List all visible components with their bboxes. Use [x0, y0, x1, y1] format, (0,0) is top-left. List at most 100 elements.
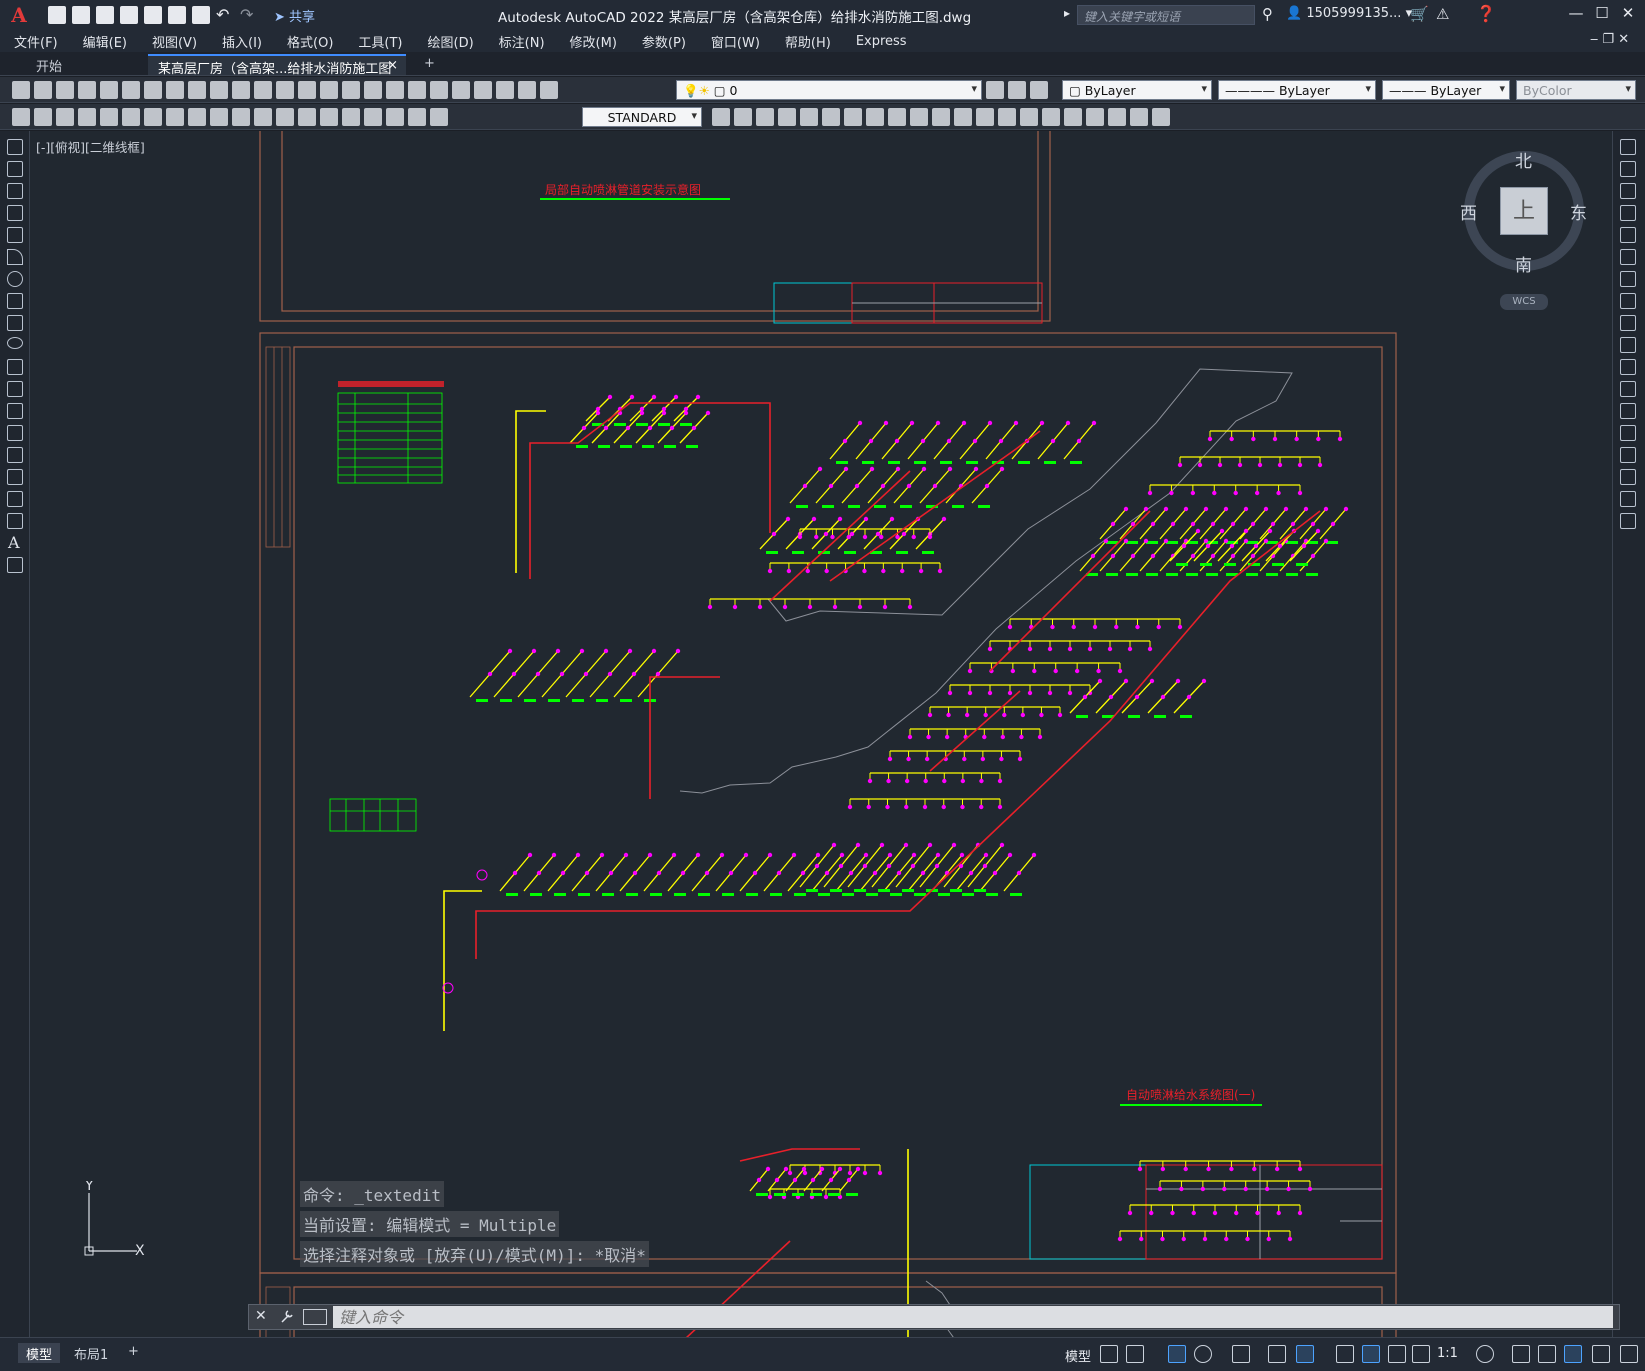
color-dropdown[interactable]: ▢ ByLayer	[1062, 80, 1212, 100]
properties-icon[interactable]	[386, 81, 404, 99]
explode-tool-icon[interactable]	[1620, 513, 1636, 529]
tab-drawing[interactable]: 某高层厂房（含高架...给排水消防施工图* ×	[148, 54, 406, 92]
search-input[interactable]: 键入关键字或短语	[1077, 5, 1255, 25]
copy-icon[interactable]	[188, 81, 206, 99]
maximize-button[interactable]: ☐	[1588, 4, 1616, 26]
erase-tool-icon[interactable]	[1620, 139, 1636, 155]
chamfer-tool-icon[interactable]	[1620, 447, 1636, 463]
table-icon[interactable]	[7, 513, 23, 529]
tab-model[interactable]: 模型	[18, 1343, 61, 1363]
baseline-icon[interactable]	[210, 108, 228, 126]
point-tool-icon[interactable]	[7, 425, 23, 441]
wcs-menu[interactable]: WCS	[1500, 294, 1548, 310]
offset-icon[interactable]	[800, 108, 818, 126]
array-tool-icon[interactable]	[1620, 227, 1636, 243]
mirror-tool-icon[interactable]	[1620, 183, 1636, 199]
offset-tool-icon[interactable]	[1620, 205, 1636, 221]
center-mark-icon[interactable]	[320, 108, 338, 126]
hatch-icon[interactable]	[1152, 108, 1170, 126]
arc-length-icon[interactable]	[56, 108, 74, 126]
stretch-icon[interactable]	[910, 108, 928, 126]
drawing-canvas[interactable]: [-][俯视][二维线框] 局部自动喷淋管道安装示意图 自动喷淋给水系统图(一)…	[30, 131, 1612, 1337]
arc-icon[interactable]	[7, 249, 23, 265]
zoom-realtime-icon[interactable]	[320, 81, 338, 99]
isodraft-icon[interactable]	[1232, 1345, 1250, 1363]
web-save-icon[interactable]	[168, 6, 186, 24]
close-button[interactable]: ✕	[1614, 4, 1642, 26]
continue-icon[interactable]	[232, 108, 250, 126]
add-layout-button[interactable]: +	[120, 1343, 147, 1363]
tab-layout1[interactable]: 布局1	[66, 1343, 116, 1363]
help-icon[interactable]: ❓	[1476, 4, 1496, 23]
dim-text-edit-icon[interactable]	[408, 108, 426, 126]
annotation-visibility-icon[interactable]	[1362, 1345, 1380, 1363]
join-tool-icon[interactable]	[1620, 425, 1636, 441]
break-point-icon[interactable]	[1620, 381, 1636, 397]
hardware-acceleration-icon[interactable]	[1564, 1345, 1582, 1363]
web-open-icon[interactable]	[144, 6, 162, 24]
markup-icon[interactable]	[474, 81, 492, 99]
hatch-tool-icon[interactable]	[7, 447, 23, 463]
layer-properties-icon[interactable]	[540, 81, 558, 99]
plot-icon[interactable]	[192, 6, 210, 24]
new-file-icon[interactable]	[48, 6, 66, 24]
make-current-icon[interactable]	[986, 81, 1004, 99]
fillet-tool-icon[interactable]	[1620, 469, 1636, 485]
customize-icon[interactable]	[1620, 1345, 1638, 1363]
paste-icon[interactable]	[210, 81, 228, 99]
compass-east[interactable]: 东	[1570, 199, 1587, 224]
linear-dim-icon[interactable]	[12, 108, 30, 126]
angular-icon[interactable]	[166, 108, 184, 126]
object-snap-icon[interactable]	[1296, 1345, 1314, 1363]
block-insert-icon[interactable]	[1086, 108, 1104, 126]
menu-dimension[interactable]: 标注(N)	[499, 32, 545, 51]
move-icon[interactable]	[844, 108, 862, 126]
gradient-icon[interactable]	[7, 469, 23, 485]
fillet-icon[interactable]	[1042, 108, 1060, 126]
layer-states-icon[interactable]	[1030, 81, 1048, 99]
rotate-tool-icon[interactable]	[1620, 271, 1636, 287]
tolerance-icon[interactable]	[298, 108, 316, 126]
polyline-icon[interactable]	[7, 183, 23, 199]
3d-print-icon[interactable]	[144, 81, 162, 99]
snap-icon[interactable]	[1126, 1345, 1144, 1363]
dim-edit-icon[interactable]	[386, 108, 404, 126]
tab-start[interactable]: 开始	[26, 54, 146, 75]
scale-icon[interactable]	[888, 108, 906, 126]
cut-icon[interactable]	[166, 81, 184, 99]
ortho-icon[interactable]	[1168, 1345, 1186, 1363]
cart-icon[interactable]: 🛒	[1410, 5, 1429, 23]
zoom-previous-icon[interactable]	[364, 81, 382, 99]
move-tool-icon[interactable]	[1620, 249, 1636, 265]
region-icon[interactable]	[7, 491, 23, 507]
annotation-monitor-icon[interactable]	[1512, 1345, 1530, 1363]
break-at-point-icon[interactable]	[976, 108, 994, 126]
aligned-dim-icon[interactable]	[34, 108, 52, 126]
save-icon[interactable]	[96, 6, 114, 24]
menu-parametric[interactable]: 参数(P)	[642, 32, 686, 51]
undo-toolbar-icon[interactable]	[254, 81, 272, 99]
construction-line-icon[interactable]	[7, 161, 23, 177]
units-icon[interactable]	[1538, 1345, 1556, 1363]
inspect-icon[interactable]	[342, 108, 360, 126]
open-file-icon[interactable]	[72, 6, 90, 24]
extend-tool-icon[interactable]	[1620, 359, 1636, 375]
polar-tracking-icon[interactable]	[1194, 1345, 1212, 1363]
design-center-icon[interactable]	[408, 81, 426, 99]
ordinate-icon[interactable]	[78, 108, 96, 126]
help-toolbar-icon[interactable]	[518, 81, 536, 99]
radius-icon[interactable]	[100, 108, 118, 126]
new-tab-button[interactable]: +	[414, 54, 445, 75]
wrench-icon[interactable]	[279, 1308, 295, 1324]
trim-icon[interactable]	[932, 108, 950, 126]
text-style-dropdown[interactable]: STANDARD	[582, 107, 702, 127]
lineweight-dropdown[interactable]: ——— ByLayer	[1382, 80, 1510, 100]
redo-toolbar-icon[interactable]	[276, 81, 294, 99]
mtext-icon[interactable]: A	[8, 533, 20, 552]
compass-west[interactable]: 西	[1460, 199, 1477, 224]
make-block-icon[interactable]	[7, 403, 23, 419]
ellipse-icon[interactable]	[7, 337, 23, 349]
scale-tool-icon[interactable]	[1620, 293, 1636, 309]
qnew-icon[interactable]	[12, 81, 30, 99]
array-icon[interactable]	[822, 108, 840, 126]
